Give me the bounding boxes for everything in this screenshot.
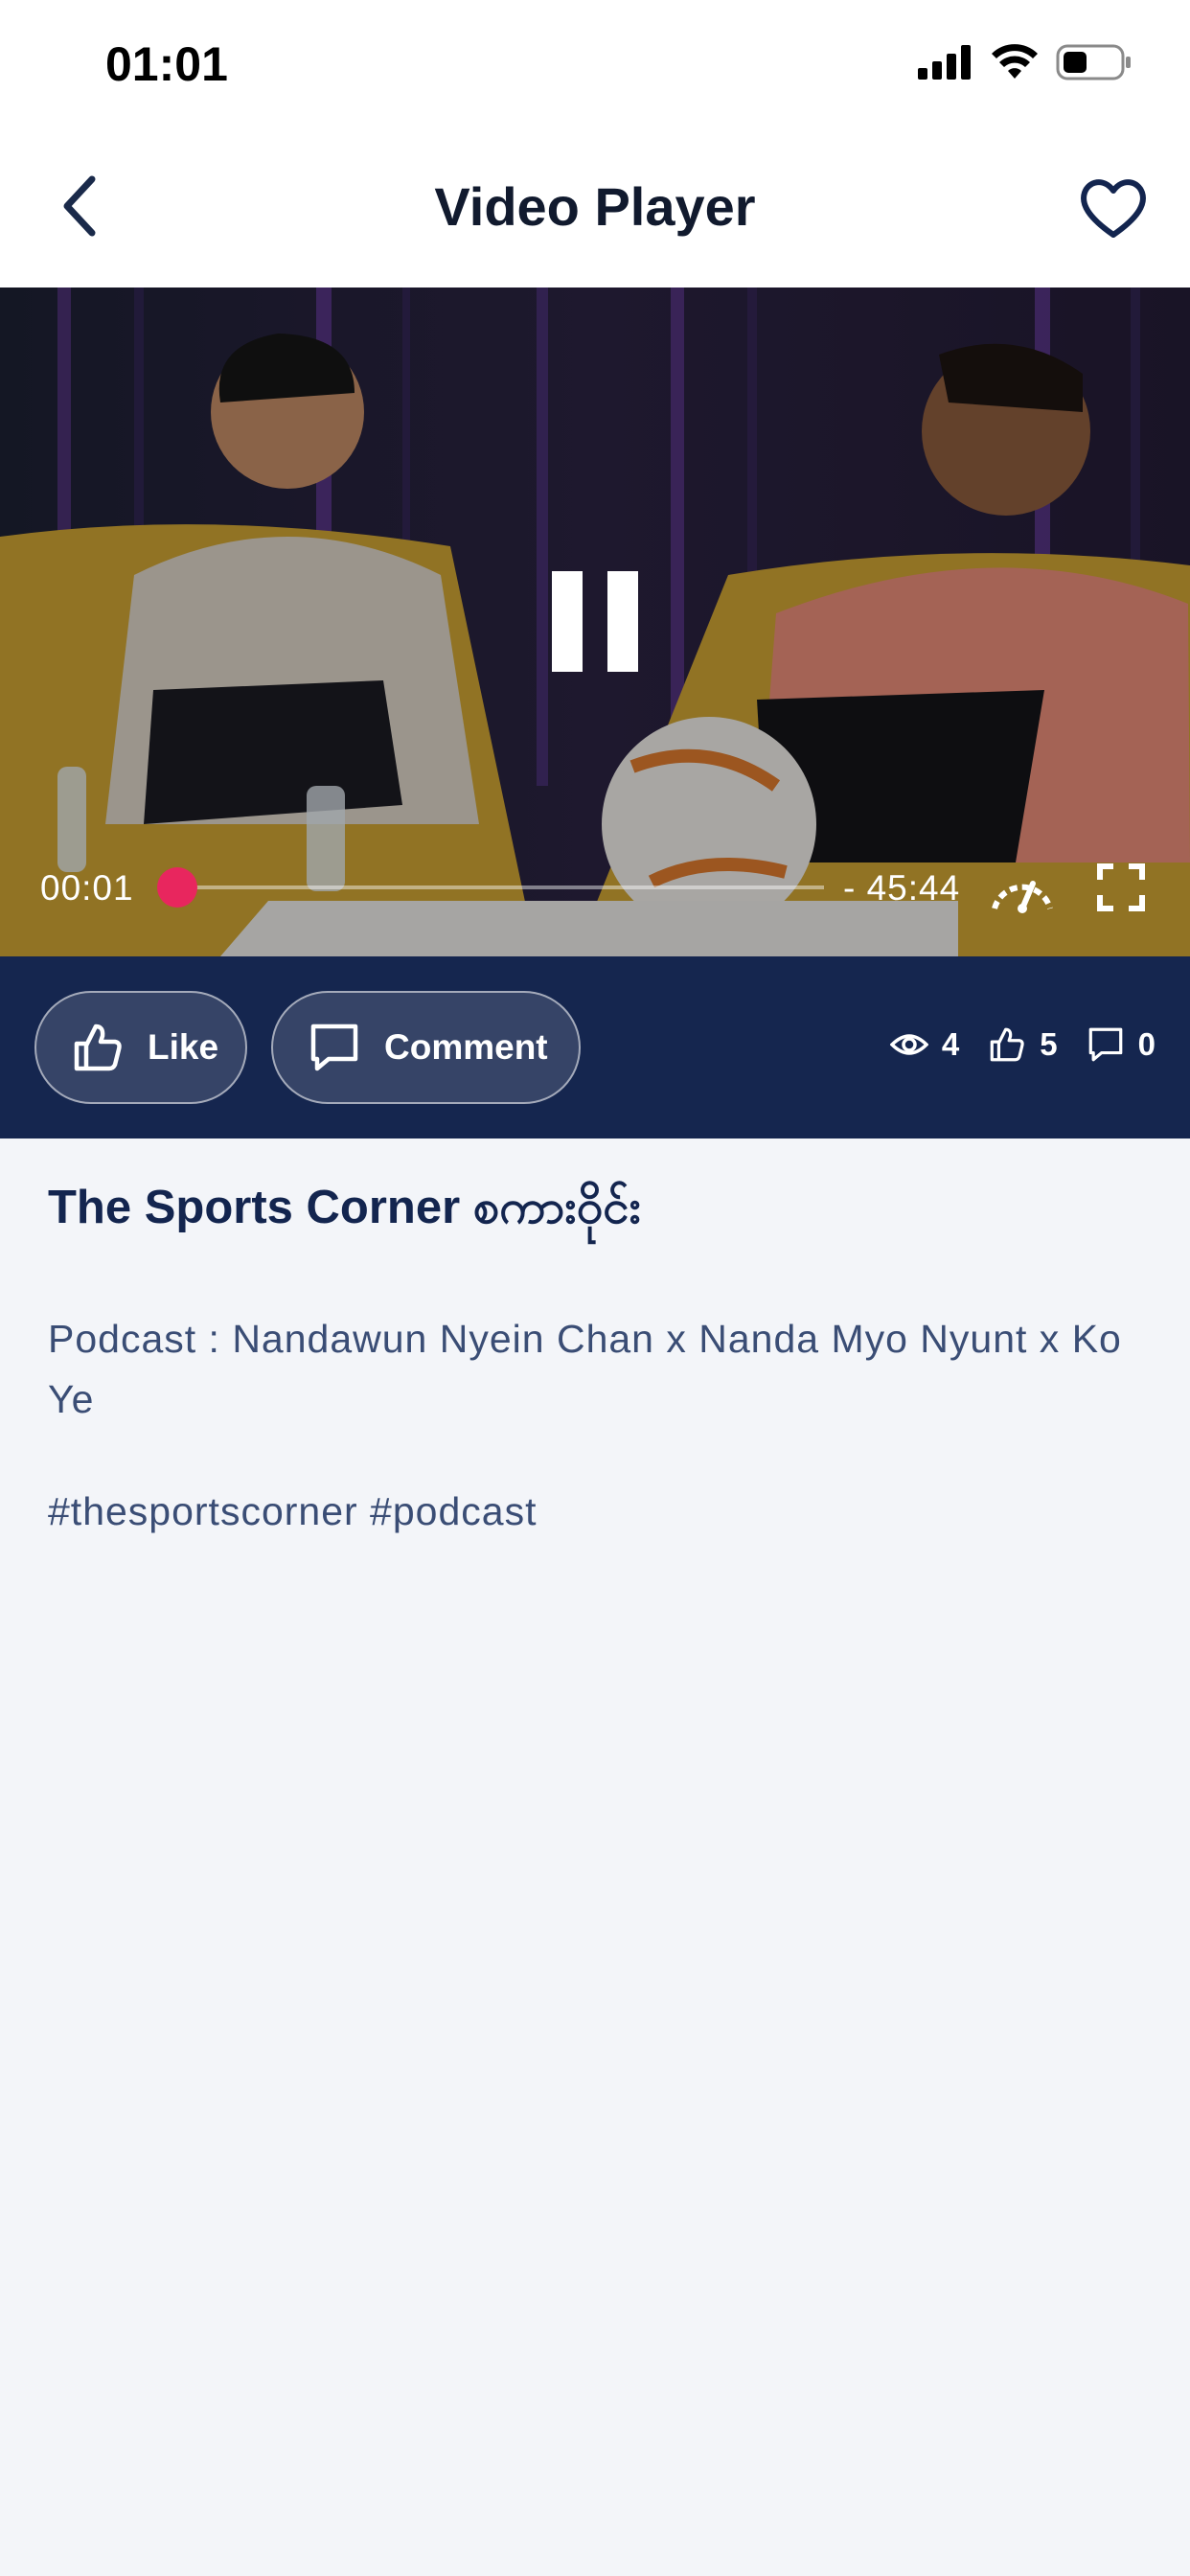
eye-icon — [889, 1034, 928, 1055]
pause-button[interactable] — [548, 571, 644, 677]
page-title: Video Player — [434, 176, 756, 237]
video-title: The Sports Corner စကားဝိုင်း — [48, 1182, 642, 1233]
action-bar: Like Comment 4 5 0 — [0, 956, 1190, 1138]
thumbs-up-icon — [74, 1024, 122, 1071]
comments-count: 0 — [1137, 1026, 1156, 1062]
views-stat: 4 — [889, 1025, 960, 1064]
comment-button[interactable]: Comment — [271, 991, 581, 1104]
video-description: Podcast : Nandawun Nyein Chan x Nanda My… — [48, 1317, 1122, 1421]
like-button[interactable]: Like — [34, 991, 247, 1104]
pause-icon-bar-right — [607, 571, 638, 672]
heart-icon — [1081, 179, 1146, 238]
video-stats: 4 5 0 — [861, 1025, 1156, 1064]
seek-bar[interactable] — [177, 886, 824, 889]
fullscreen-button[interactable] — [1094, 861, 1148, 914]
video-hashtags: #thesportscorner #podcast — [48, 1489, 538, 1533]
signal-icon — [918, 45, 971, 80]
seek-thumb[interactable] — [157, 867, 198, 908]
likes-count: 5 — [1040, 1026, 1058, 1062]
speedometer-icon — [992, 881, 1053, 913]
status-icons — [918, 44, 1133, 80]
favorite-button[interactable] — [1075, 170, 1152, 246]
likes-stat: 5 — [988, 1025, 1058, 1064]
views-count: 4 — [941, 1026, 960, 1062]
comment-icon — [310, 1024, 358, 1071]
status-bar: 01:01 — [0, 0, 1190, 129]
fullscreen-icon — [1097, 863, 1145, 911]
battery-icon — [1056, 44, 1131, 80]
status-time: 01:01 — [105, 37, 228, 91]
pause-icon-bar-left — [552, 571, 583, 672]
comment-label: Comment — [384, 1027, 548, 1067]
current-time: 00:01 — [40, 868, 134, 908]
remaining-time: - 45:44 — [843, 868, 961, 908]
wifi-icon — [992, 44, 1038, 79]
app-header: Video Player — [0, 129, 1190, 288]
comment-icon — [1088, 1027, 1122, 1062]
thumbs-up-icon — [990, 1027, 1024, 1062]
like-label: Like — [148, 1027, 219, 1067]
playback-speed-button[interactable] — [989, 862, 1056, 916]
comments-stat: 0 — [1087, 1025, 1156, 1064]
video-player[interactable]: 00:01 - 45:44 — [0, 288, 1190, 956]
